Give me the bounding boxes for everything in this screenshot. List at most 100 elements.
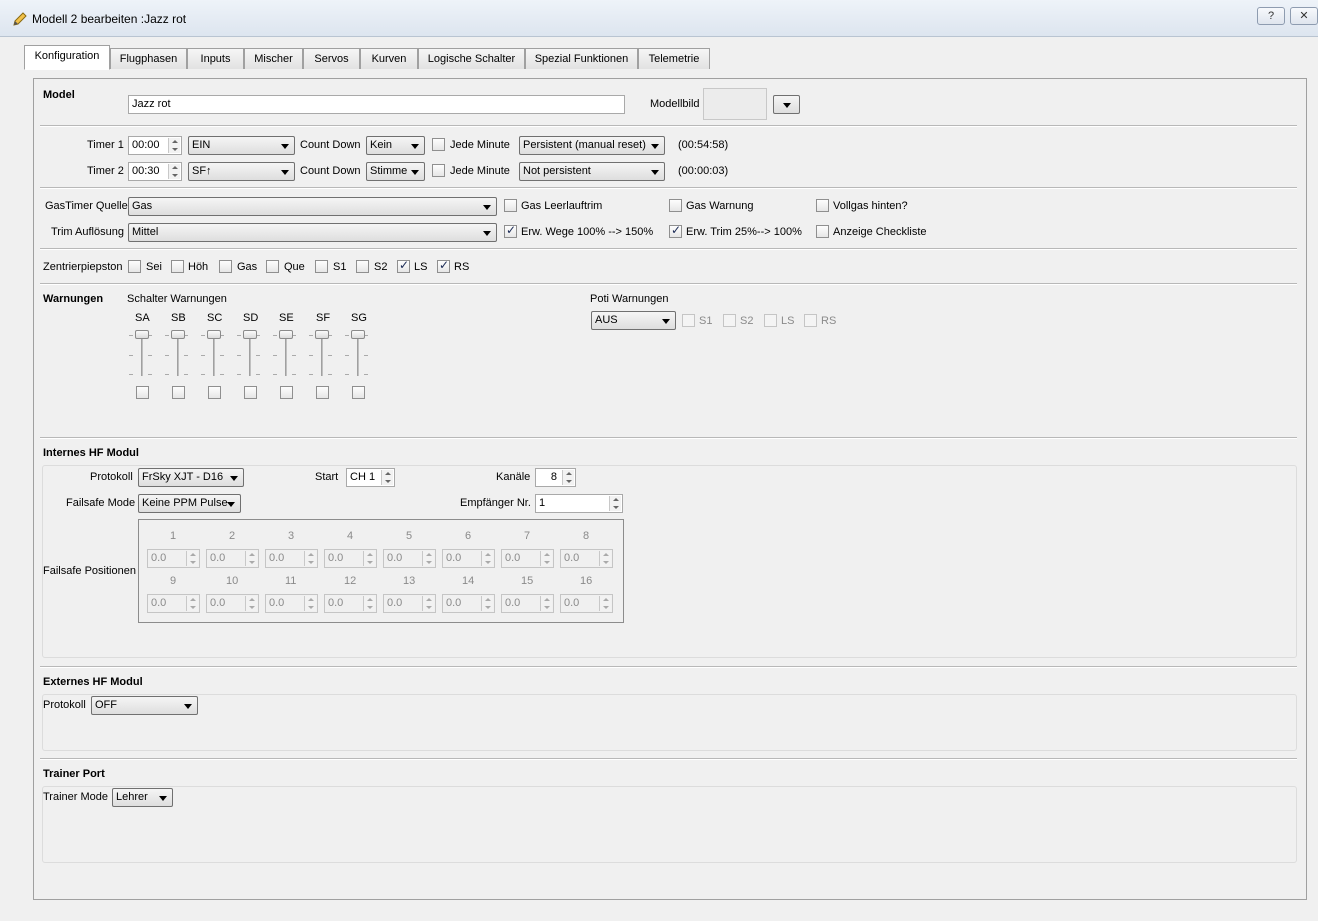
switch-slider[interactable] (135, 330, 149, 339)
switch-label: SG (351, 312, 367, 324)
switch-slider[interactable] (171, 330, 185, 339)
center-beep-hoeh-checkbox[interactable] (171, 260, 184, 273)
divider (40, 758, 1297, 760)
timer1-minute-checkbox[interactable] (432, 138, 445, 151)
receiver-number-value: 1 (539, 497, 546, 509)
failsafe-value-4[interactable]: 0.0 (324, 549, 377, 568)
center-beep-gas-checkbox[interactable] (219, 260, 232, 273)
failsafe-channel-label: 13 (403, 575, 416, 587)
center-beep-ls-checkbox[interactable] (397, 258, 410, 273)
help-button[interactable]: ? (1257, 7, 1285, 25)
model-name-input[interactable]: Jazz rot (128, 95, 625, 114)
timer2-time-input[interactable]: 00:30 (128, 162, 182, 181)
center-beep-sei-label: Sei (146, 261, 162, 273)
timer2-mode-select[interactable]: SF↑ (188, 162, 295, 181)
switch-warning-checkbox[interactable] (316, 386, 329, 399)
model-image[interactable] (703, 88, 767, 120)
switch-slider[interactable] (315, 330, 329, 339)
throttle-idle-trim-checkbox[interactable] (504, 199, 517, 212)
trim-resolution-select[interactable]: Mittel (128, 223, 497, 242)
timer1-mode-select[interactable]: EIN (188, 136, 295, 155)
failsafe-value-15[interactable]: 0.0 (501, 594, 554, 613)
failsafe-value-6[interactable]: 0.0 (442, 549, 495, 568)
pot-s1-label: S1 (699, 315, 713, 327)
center-beep-label: Zentrierpiepston (43, 261, 123, 273)
pot-s1-checkbox[interactable] (682, 314, 695, 327)
tab-kurven[interactable]: Kurven (360, 48, 418, 69)
switch-label: SE (279, 312, 294, 324)
switch-warning-checkbox[interactable] (244, 386, 257, 399)
failsafe-value-13[interactable]: 0.0 (383, 594, 436, 613)
switch-warning-checkbox[interactable] (208, 386, 221, 399)
failsafe-value-3[interactable]: 0.0 (265, 549, 318, 568)
extended-limits-checkbox[interactable] (504, 223, 517, 238)
failsafe-value-7[interactable]: 0.0 (501, 549, 554, 568)
timer2-countdown-select[interactable]: Stimme (366, 162, 425, 181)
switch-warning-checkbox[interactable] (172, 386, 185, 399)
tab-servos[interactable]: Servos (303, 48, 360, 69)
switch-slider[interactable] (207, 330, 221, 339)
failsafe-channel-label: 10 (226, 575, 239, 587)
window-title: Modell 2 bearbeiten :Jazz rot (32, 12, 187, 26)
failsafe-value-10[interactable]: 0.0 (206, 594, 259, 613)
external-protocol-select[interactable]: OFF (91, 696, 198, 715)
tab-inputs[interactable]: Inputs (187, 48, 244, 69)
switch-slider[interactable] (279, 330, 293, 339)
center-beep-s1-checkbox[interactable] (315, 260, 328, 273)
receiver-number-spinbox[interactable]: 1 (535, 494, 623, 513)
trainer-group (42, 786, 1297, 863)
switch-warning-checkbox[interactable] (136, 386, 149, 399)
failsafe-value: 0.0 (387, 597, 403, 609)
channel-count-value: 8 (550, 471, 557, 483)
throttle-source-select[interactable]: Gas (128, 197, 497, 216)
pot-ls-checkbox[interactable] (764, 314, 777, 327)
throttle-warning-checkbox[interactable] (669, 199, 682, 212)
throttle-reverse-checkbox[interactable] (816, 199, 829, 212)
failsafe-value-5[interactable]: 0.0 (383, 549, 436, 568)
tab-mischer[interactable]: Mischer (244, 48, 303, 69)
switch-slider[interactable] (351, 330, 365, 339)
internal-protocol-select[interactable]: FrSky XJT - D16 (138, 468, 244, 487)
switch-warning-checkbox[interactable] (352, 386, 365, 399)
failsafe-mode-select[interactable]: Keine PPM Pulse (138, 494, 241, 513)
switch-label: SC (207, 312, 223, 324)
failsafe-value-8[interactable]: 0.0 (560, 549, 613, 568)
failsafe-channel-label: 8 (583, 530, 590, 542)
failsafe-value-16[interactable]: 0.0 (560, 594, 613, 613)
tab-logische-schalter[interactable]: Logische Schalter (418, 48, 525, 69)
pot-rs-checkbox[interactable] (804, 314, 817, 327)
channel-count-spinbox[interactable]: 8 (535, 468, 576, 487)
failsafe-value-14[interactable]: 0.0 (442, 594, 495, 613)
model-image-dropdown[interactable] (773, 95, 800, 114)
tab-flugphasen[interactable]: Flugphasen (110, 48, 187, 69)
failsafe-value-2[interactable]: 0.0 (206, 549, 259, 568)
timer1-time-input[interactable]: 00:00 (128, 136, 182, 155)
timer2-persist-select[interactable]: Not persistent (519, 162, 665, 181)
failsafe-value: 0.0 (210, 552, 226, 564)
pot-s2-checkbox[interactable] (723, 314, 736, 327)
switch-slider[interactable] (243, 330, 257, 339)
tab-telemetrie[interactable]: Telemetrie (638, 48, 710, 69)
failsafe-value-9[interactable]: 0.0 (147, 594, 200, 613)
center-beep-s2-checkbox[interactable] (356, 260, 369, 273)
extended-trims-checkbox[interactable] (669, 223, 682, 238)
center-beep-que-checkbox[interactable] (266, 260, 279, 273)
timer1-persist-select[interactable]: Persistent (manual reset) (519, 136, 665, 155)
tab-konfiguration[interactable]: Konfiguration (24, 45, 110, 70)
pot-warning-mode-select[interactable]: AUS (591, 311, 676, 330)
failsafe-value-11[interactable]: 0.0 (265, 594, 318, 613)
trainer-mode-select[interactable]: Lehrer (112, 788, 173, 807)
start-channel-spinbox[interactable]: CH 1 (346, 468, 395, 487)
failsafe-value-12[interactable]: 0.0 (324, 594, 377, 613)
switch-warning-checkbox[interactable] (280, 386, 293, 399)
display-checklist-checkbox[interactable] (816, 225, 829, 238)
trim-resolution-label: Trim Auflösung (51, 226, 124, 238)
timer2-minute-checkbox[interactable] (432, 164, 445, 177)
failsafe-value-1[interactable]: 0.0 (147, 549, 200, 568)
divider (40, 248, 1297, 250)
tab-spezial-funktionen[interactable]: Spezial Funktionen (525, 48, 638, 69)
center-beep-rs-checkbox[interactable] (437, 258, 450, 273)
close-button[interactable]: ✕ (1290, 7, 1318, 25)
center-beep-sei-checkbox[interactable] (128, 260, 141, 273)
timer1-countdown-select[interactable]: Kein (366, 136, 425, 155)
